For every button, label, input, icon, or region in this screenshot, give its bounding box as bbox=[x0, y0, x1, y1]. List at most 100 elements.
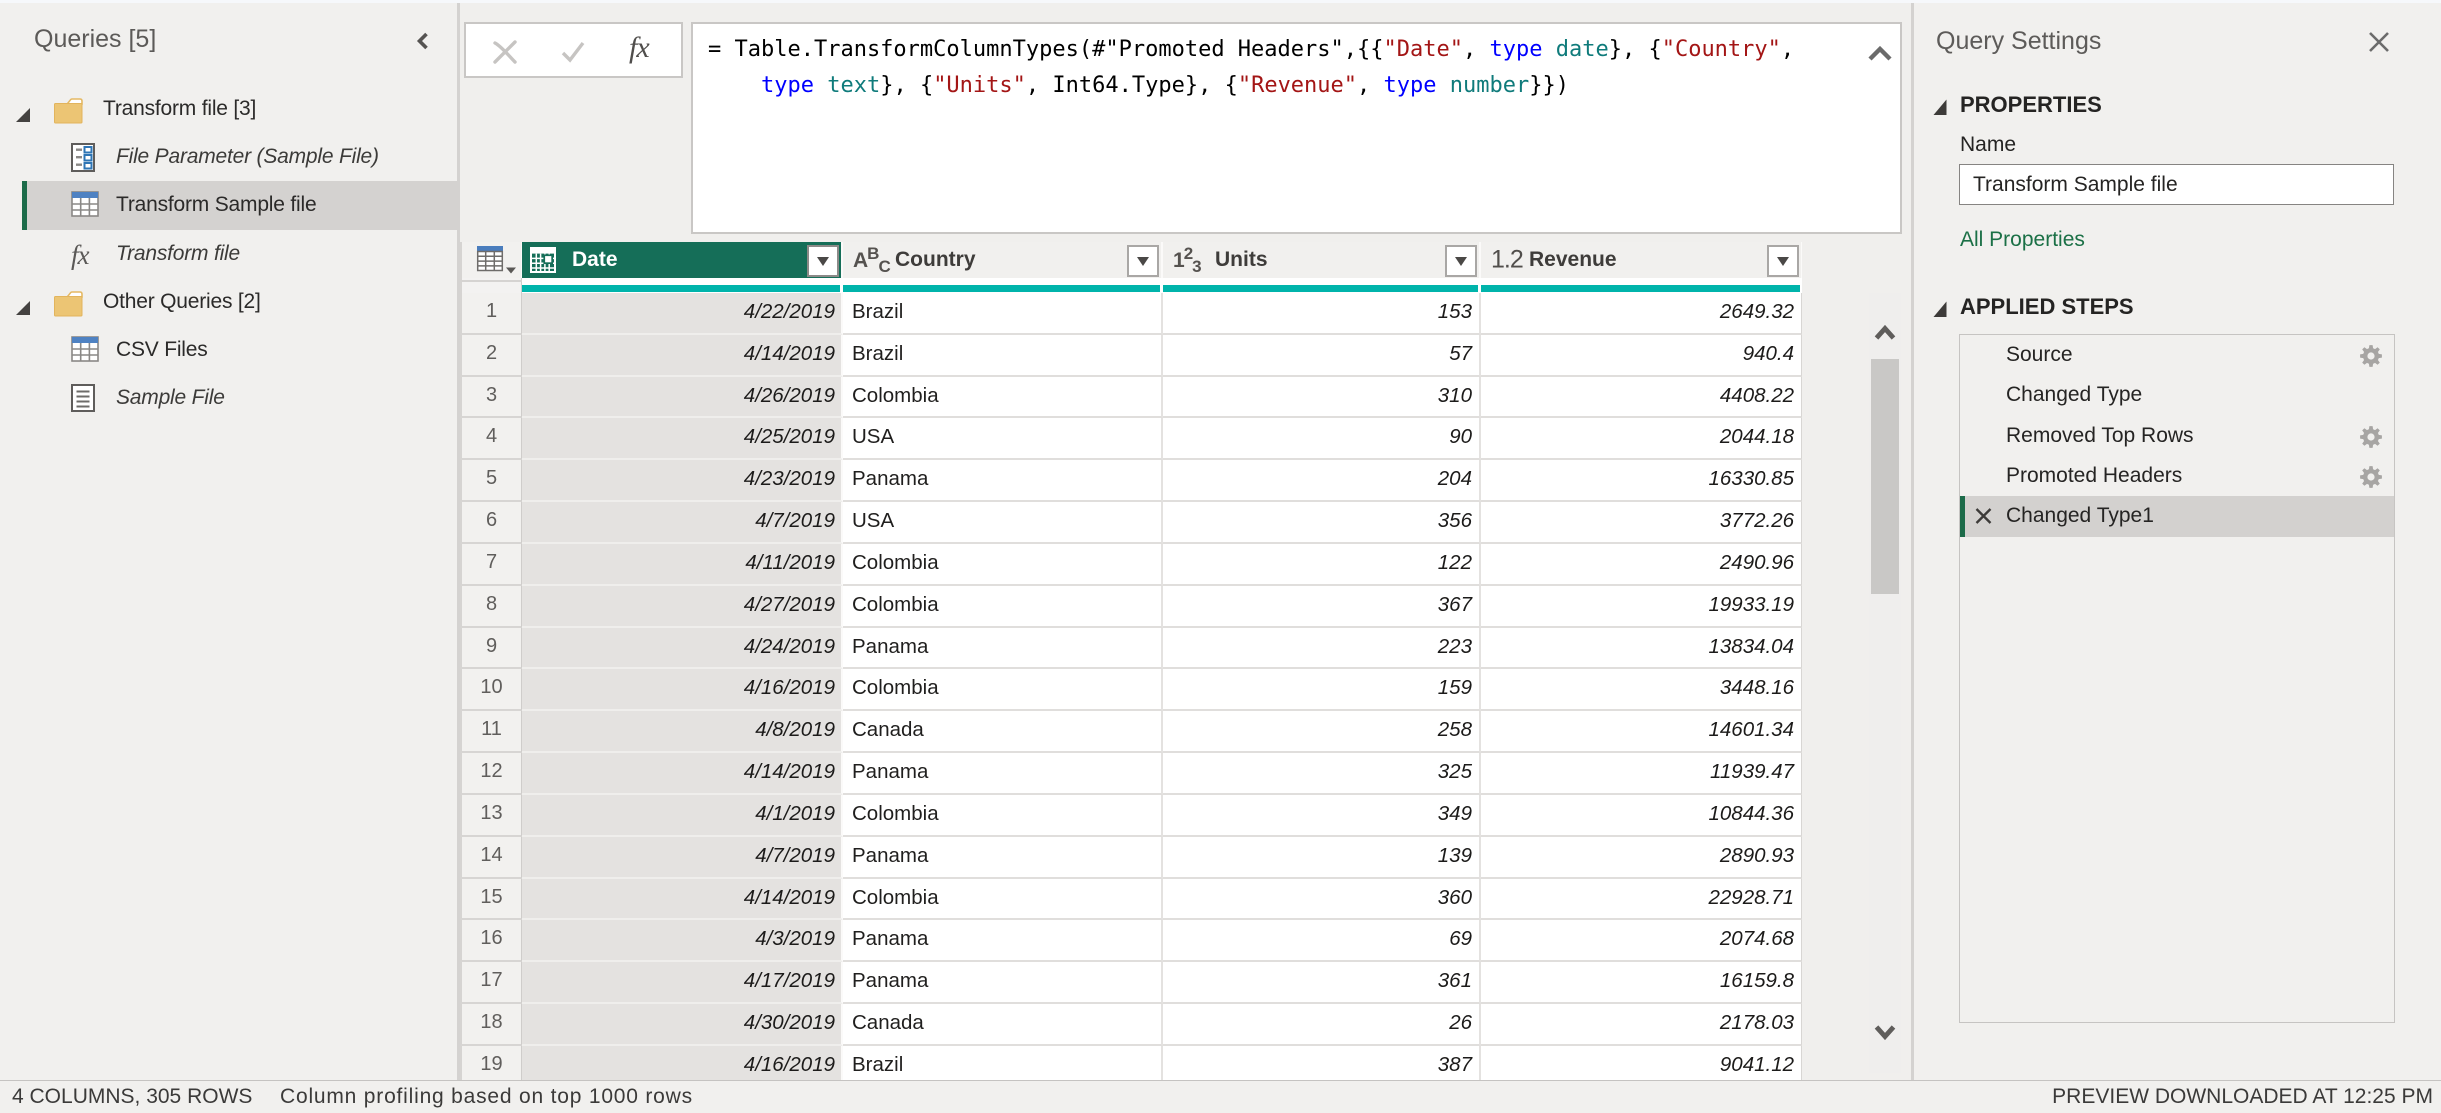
column-filter-button[interactable] bbox=[1445, 245, 1477, 277]
cell-country[interactable]: Panama bbox=[843, 460, 1163, 502]
cell-units[interactable]: 139 bbox=[1163, 837, 1481, 879]
cell-date[interactable]: 4/23/2019 bbox=[522, 460, 843, 502]
all-properties-link[interactable]: All Properties bbox=[1960, 228, 2085, 252]
cell-units[interactable]: 122 bbox=[1163, 544, 1481, 586]
column-filter-button[interactable] bbox=[1127, 245, 1159, 277]
cell-units[interactable]: 367 bbox=[1163, 586, 1481, 628]
cell-country[interactable]: Canada bbox=[843, 711, 1163, 753]
formula-bar[interactable]: = Table.TransformColumnTypes(#"Promoted … bbox=[691, 22, 1902, 234]
row-number[interactable]: 12 bbox=[460, 753, 522, 795]
cell-country[interactable]: Colombia bbox=[843, 795, 1163, 837]
step-settings-gear-icon[interactable] bbox=[2359, 425, 2381, 447]
cell-revenue[interactable]: 2044.18 bbox=[1481, 418, 1802, 460]
applied-step-changed-type[interactable]: Changed Type bbox=[1960, 375, 2394, 415]
cell-date[interactable]: 4/8/2019 bbox=[522, 711, 843, 753]
cell-country[interactable]: Canada bbox=[843, 1004, 1163, 1046]
row-number[interactable]: 11 bbox=[460, 711, 522, 753]
cell-country[interactable]: Panama bbox=[843, 628, 1163, 670]
row-number[interactable]: 5 bbox=[460, 460, 522, 502]
cell-date[interactable]: 4/17/2019 bbox=[522, 962, 843, 1004]
cell-units[interactable]: 349 bbox=[1163, 795, 1481, 837]
cell-country[interactable]: Panama bbox=[843, 837, 1163, 879]
query-item-csv-files[interactable]: CSV Files bbox=[0, 326, 457, 374]
scroll-up-icon[interactable] bbox=[1874, 323, 1896, 342]
applied-step-removed-top-rows[interactable]: Removed Top Rows bbox=[1960, 416, 2394, 456]
cell-date[interactable]: 4/3/2019 bbox=[522, 920, 843, 962]
applied-steps-expand-icon[interactable] bbox=[1933, 301, 1947, 318]
cell-country[interactable]: Colombia bbox=[843, 377, 1163, 419]
cell-revenue[interactable]: 11939.47 bbox=[1481, 753, 1802, 795]
cell-country[interactable]: Colombia bbox=[843, 669, 1163, 711]
query-item-transform-file-3-[interactable]: Transform file [3] bbox=[0, 85, 457, 133]
row-number[interactable]: 3 bbox=[460, 377, 522, 419]
properties-expand-icon[interactable] bbox=[1933, 99, 1947, 116]
cell-date[interactable]: 4/16/2019 bbox=[522, 1046, 843, 1080]
cell-revenue[interactable]: 22928.71 bbox=[1481, 879, 1802, 921]
query-item-file-parameter-sample-file-[interactable]: File Parameter (Sample File) bbox=[0, 133, 457, 181]
cell-revenue[interactable]: 10844.36 bbox=[1481, 795, 1802, 837]
cell-date[interactable]: 4/25/2019 bbox=[522, 418, 843, 460]
cell-date[interactable]: 4/30/2019 bbox=[522, 1004, 843, 1046]
formula-collapse-icon[interactable] bbox=[1868, 46, 1892, 62]
row-number[interactable]: 14 bbox=[460, 837, 522, 879]
delete-step-icon[interactable] bbox=[1974, 507, 1993, 526]
scrollbar-thumb[interactable] bbox=[1871, 359, 1899, 594]
cell-revenue[interactable]: 9041.12 bbox=[1481, 1046, 1802, 1080]
cell-date[interactable]: 4/14/2019 bbox=[522, 879, 843, 921]
cell-date[interactable]: 4/14/2019 bbox=[522, 335, 843, 377]
cell-units[interactable]: 310 bbox=[1163, 377, 1481, 419]
query-name-input[interactable]: Transform Sample file bbox=[1959, 164, 2394, 205]
applied-step-changed-type1[interactable]: Changed Type1 bbox=[1960, 496, 2394, 536]
cell-country[interactable]: Brazil bbox=[843, 1046, 1163, 1080]
cell-country[interactable]: Brazil bbox=[843, 293, 1163, 335]
cell-date[interactable]: 4/26/2019 bbox=[522, 377, 843, 419]
cell-units[interactable]: 361 bbox=[1163, 962, 1481, 1004]
cell-country[interactable]: Colombia bbox=[843, 544, 1163, 586]
column-header-date[interactable]: Date bbox=[522, 242, 841, 278]
row-number[interactable]: 7 bbox=[460, 544, 522, 586]
step-settings-gear-icon[interactable] bbox=[2359, 465, 2381, 487]
cell-country[interactable]: Panama bbox=[843, 920, 1163, 962]
tree-expanded-icon[interactable] bbox=[14, 299, 31, 321]
collapse-queries-pane-icon[interactable] bbox=[413, 31, 433, 51]
cell-revenue[interactable]: 16159.8 bbox=[1481, 962, 1802, 1004]
row-number[interactable]: 9 bbox=[460, 628, 522, 670]
cell-revenue[interactable]: 14601.34 bbox=[1481, 711, 1802, 753]
row-number[interactable]: 19 bbox=[460, 1046, 522, 1080]
formula-check-icon[interactable] bbox=[560, 40, 586, 64]
cell-date[interactable]: 4/27/2019 bbox=[522, 586, 843, 628]
formula-cancel-icon[interactable] bbox=[491, 38, 519, 66]
cell-units[interactable]: 325 bbox=[1163, 753, 1481, 795]
query-item-other-queries-2-[interactable]: Other Queries [2] bbox=[0, 278, 457, 326]
cell-date[interactable]: 4/16/2019 bbox=[522, 669, 843, 711]
row-number[interactable]: 17 bbox=[460, 962, 522, 1004]
column-filter-button[interactable] bbox=[807, 245, 839, 277]
cell-units[interactable]: 387 bbox=[1163, 1046, 1481, 1080]
cell-country[interactable]: Panama bbox=[843, 962, 1163, 1004]
row-number[interactable]: 4 bbox=[460, 418, 522, 460]
cell-units[interactable]: 90 bbox=[1163, 418, 1481, 460]
cell-revenue[interactable]: 13834.04 bbox=[1481, 628, 1802, 670]
cell-date[interactable]: 4/11/2019 bbox=[522, 544, 843, 586]
cell-units[interactable]: 223 bbox=[1163, 628, 1481, 670]
cell-revenue[interactable]: 3448.16 bbox=[1481, 669, 1802, 711]
cell-date[interactable]: 4/14/2019 bbox=[522, 753, 843, 795]
row-number[interactable]: 8 bbox=[460, 586, 522, 628]
cell-revenue[interactable]: 2490.96 bbox=[1481, 544, 1802, 586]
column-header-country[interactable]: ABC Country bbox=[843, 242, 1161, 278]
cell-revenue[interactable]: 2178.03 bbox=[1481, 1004, 1802, 1046]
cell-revenue[interactable]: 940.4 bbox=[1481, 335, 1802, 377]
row-number[interactable]: 6 bbox=[460, 502, 522, 544]
cell-units[interactable]: 26 bbox=[1163, 1004, 1481, 1046]
cell-units[interactable]: 360 bbox=[1163, 879, 1481, 921]
cell-country[interactable]: Panama bbox=[843, 753, 1163, 795]
cell-units[interactable]: 356 bbox=[1163, 502, 1481, 544]
cell-revenue[interactable]: 16330.85 bbox=[1481, 460, 1802, 502]
cell-revenue[interactable]: 2074.68 bbox=[1481, 920, 1802, 962]
cell-country[interactable]: USA bbox=[843, 502, 1163, 544]
cell-country[interactable]: Brazil bbox=[843, 335, 1163, 377]
row-number[interactable]: 2 bbox=[460, 335, 522, 377]
row-number[interactable]: 15 bbox=[460, 879, 522, 921]
cell-units[interactable]: 204 bbox=[1163, 460, 1481, 502]
tree-expanded-icon[interactable] bbox=[14, 106, 31, 128]
